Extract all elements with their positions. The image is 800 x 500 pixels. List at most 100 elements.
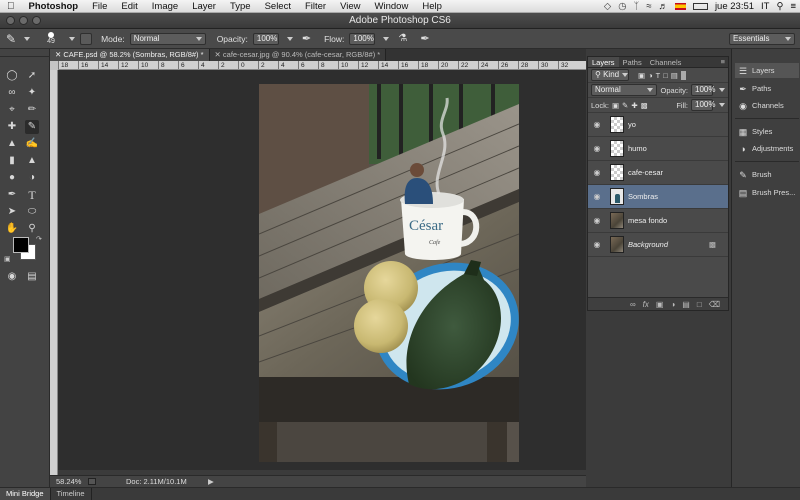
add-mask-icon[interactable]: ▣ <box>656 300 664 309</box>
hand-tool-icon[interactable]: ✋ <box>5 222 19 236</box>
type-tool-icon[interactable]: T <box>25 188 39 202</box>
airbrush-icon[interactable]: ⚗ <box>398 33 407 44</box>
tab-channels[interactable]: Channels <box>646 57 686 67</box>
menu-view[interactable]: View <box>333 1 367 12</box>
mode-select[interactable]: Normal <box>129 32 206 45</box>
tab-layers[interactable]: Layers <box>588 57 619 67</box>
status-info-icon[interactable] <box>88 478 96 485</box>
fill-chevron-icon[interactable] <box>719 103 725 107</box>
visibility-eye-icon[interactable]: ◉ <box>588 144 606 153</box>
filter-kind-select[interactable]: ⚲ Kind <box>591 69 629 81</box>
lock-image-icon[interactable]: ✎ <box>622 101 628 110</box>
history-brush-tool-icon[interactable]: ✍ <box>25 137 39 151</box>
document-canvas-area[interactable]: César Cafe <box>58 70 586 470</box>
menu-select[interactable]: Select <box>258 1 298 12</box>
quick-selection-tool-icon[interactable]: ✦ <box>25 86 39 100</box>
dock-brush[interactable]: ✎ Brush <box>735 167 799 182</box>
dock-layers[interactable]: ☰ Layers <box>735 63 799 78</box>
menu-help[interactable]: Help <box>415 1 449 12</box>
filter-adjustment-icon[interactable]: ◑ <box>648 71 653 80</box>
brush-panel-toggle-icon[interactable] <box>80 32 93 45</box>
time-machine-icon[interactable]: ◷ <box>618 1 626 12</box>
eyedropper-tool-icon[interactable]: ✏ <box>25 103 39 117</box>
paint-bucket-tool-icon[interactable]: ▲ <box>25 154 39 168</box>
clone-stamp-tool-icon[interactable]: ▲ <box>5 137 19 151</box>
opacity-input[interactable]: 100% <box>252 32 279 45</box>
volume-icon[interactable]: ♬ <box>658 1 668 12</box>
menu-image[interactable]: Image <box>145 1 185 12</box>
tab-paths[interactable]: Paths <box>619 57 646 67</box>
layer-row[interactable]: ◉ mesa fondo <box>588 209 728 233</box>
filter-smart-object-icon[interactable]: ▤ <box>671 71 678 80</box>
lock-position-icon[interactable]: ✚ <box>631 101 637 110</box>
document-image[interactable]: César Cafe <box>259 84 519 462</box>
bluetooth-icon[interactable]: ᛉ <box>634 1 640 12</box>
notification-center-icon[interactable]: ≡ <box>790 1 796 12</box>
flow-input[interactable]: 100% <box>349 32 376 45</box>
filter-shape-icon[interactable]: □ <box>663 71 668 80</box>
tools-panel-grip[interactable] <box>0 51 50 57</box>
swap-colors-icon[interactable]: ↷ <box>36 235 42 243</box>
panel-menu-icon[interactable]: ≡ <box>721 57 728 67</box>
dock-adjustments[interactable]: ◑ Adjustments <box>735 141 799 156</box>
visibility-eye-icon[interactable]: ◉ <box>588 240 606 249</box>
battery-icon[interactable] <box>692 3 708 10</box>
menu-type[interactable]: Type <box>223 1 258 12</box>
healing-brush-tool-icon[interactable]: ✚ <box>5 120 19 134</box>
lock-all-icon[interactable]: ▩ <box>641 101 648 110</box>
dock-paths[interactable]: ✒ Paths <box>735 81 799 96</box>
pen-tool-icon[interactable]: ✒ <box>5 188 19 202</box>
tab-timeline[interactable]: Timeline <box>51 488 92 500</box>
doc-tab-cafe[interactable]: ✕ CAFE.psd @ 58.2% (Sombras, RGB/8#) * <box>50 49 210 61</box>
vertical-ruler[interactable] <box>50 70 58 475</box>
dodge-tool-icon[interactable]: ◑ <box>25 171 39 185</box>
visibility-eye-icon[interactable]: ◉ <box>588 168 606 177</box>
dropbox-icon[interactable]: ◇ <box>604 1 611 12</box>
menu-photoshop[interactable]: Photoshop <box>22 1 86 12</box>
layer-row[interactable]: ◉ cafe-cesar <box>588 161 728 185</box>
quick-mask-icon[interactable]: ◉ <box>5 270 19 284</box>
pressure-opacity-icon[interactable]: ✒ <box>302 32 311 45</box>
layer-row[interactable]: ◉ yo <box>588 113 728 137</box>
blend-mode-select[interactable]: Normal <box>591 84 658 96</box>
layer-row-selected[interactable]: ◉ Sombras <box>588 185 728 209</box>
wifi-icon[interactable]: ≈ <box>646 1 651 12</box>
zoom-tool-icon[interactable]: ⚲ <box>25 222 39 236</box>
menu-edit[interactable]: Edit <box>114 1 144 12</box>
preset-chevron-down-icon[interactable] <box>24 36 31 41</box>
pressure-size-icon[interactable]: ✒ <box>420 32 429 45</box>
default-colors-icon[interactable]: ▣ <box>4 255 11 263</box>
blur-tool-icon[interactable]: ● <box>5 171 19 185</box>
flow-chevron-down-icon[interactable] <box>383 36 390 41</box>
move-tool-icon[interactable]: ➚ <box>25 69 39 83</box>
visibility-eye-icon[interactable]: ◉ <box>588 120 606 129</box>
apple-menu-icon[interactable]:  <box>0 1 22 12</box>
fill-input[interactable]: 100% <box>691 99 715 111</box>
language-indicator[interactable]: IT <box>761 1 769 12</box>
lock-transparent-icon[interactable]: ▣ <box>612 101 619 110</box>
zoom-window-button[interactable] <box>32 16 41 25</box>
lasso-tool-icon[interactable]: ∞ <box>5 86 19 100</box>
path-selection-tool-icon[interactable]: ➤ <box>5 205 19 219</box>
new-adjustment-layer-icon[interactable]: ◑ <box>670 300 675 309</box>
tab-mini-bridge[interactable]: Mini Bridge <box>0 488 51 500</box>
menu-window[interactable]: Window <box>368 1 416 12</box>
layer-opacity-input[interactable]: 100% <box>691 84 715 96</box>
marquee-tool-icon[interactable]: ◯ <box>5 69 19 83</box>
filter-toggle-icon[interactable] <box>680 70 686 80</box>
new-group-icon[interactable]: ▤ <box>682 300 690 309</box>
brush-size-chevron-down-icon[interactable] <box>69 36 76 41</box>
dock-brush-presets[interactable]: ▤ Brush Pres... <box>735 185 799 200</box>
ellipse-tool-icon[interactable]: ⬭ <box>25 205 39 219</box>
minimize-window-button[interactable] <box>19 16 28 25</box>
brush-tool-icon[interactable]: ✎ <box>25 120 39 134</box>
filter-pixel-icon[interactable]: ▣ <box>638 71 645 80</box>
visibility-eye-icon[interactable]: ◉ <box>588 192 606 201</box>
new-layer-icon[interactable]: □ <box>697 300 702 309</box>
opacity-chevron-down-icon[interactable] <box>286 36 293 41</box>
brush-tool-preset-icon[interactable]: ✎ <box>6 32 16 46</box>
foreground-color-front[interactable] <box>13 237 29 253</box>
ruler-origin[interactable] <box>50 61 58 70</box>
layer-opacity-chevron-icon[interactable] <box>719 88 725 92</box>
screen-mode-icon[interactable]: ▤ <box>25 270 39 284</box>
